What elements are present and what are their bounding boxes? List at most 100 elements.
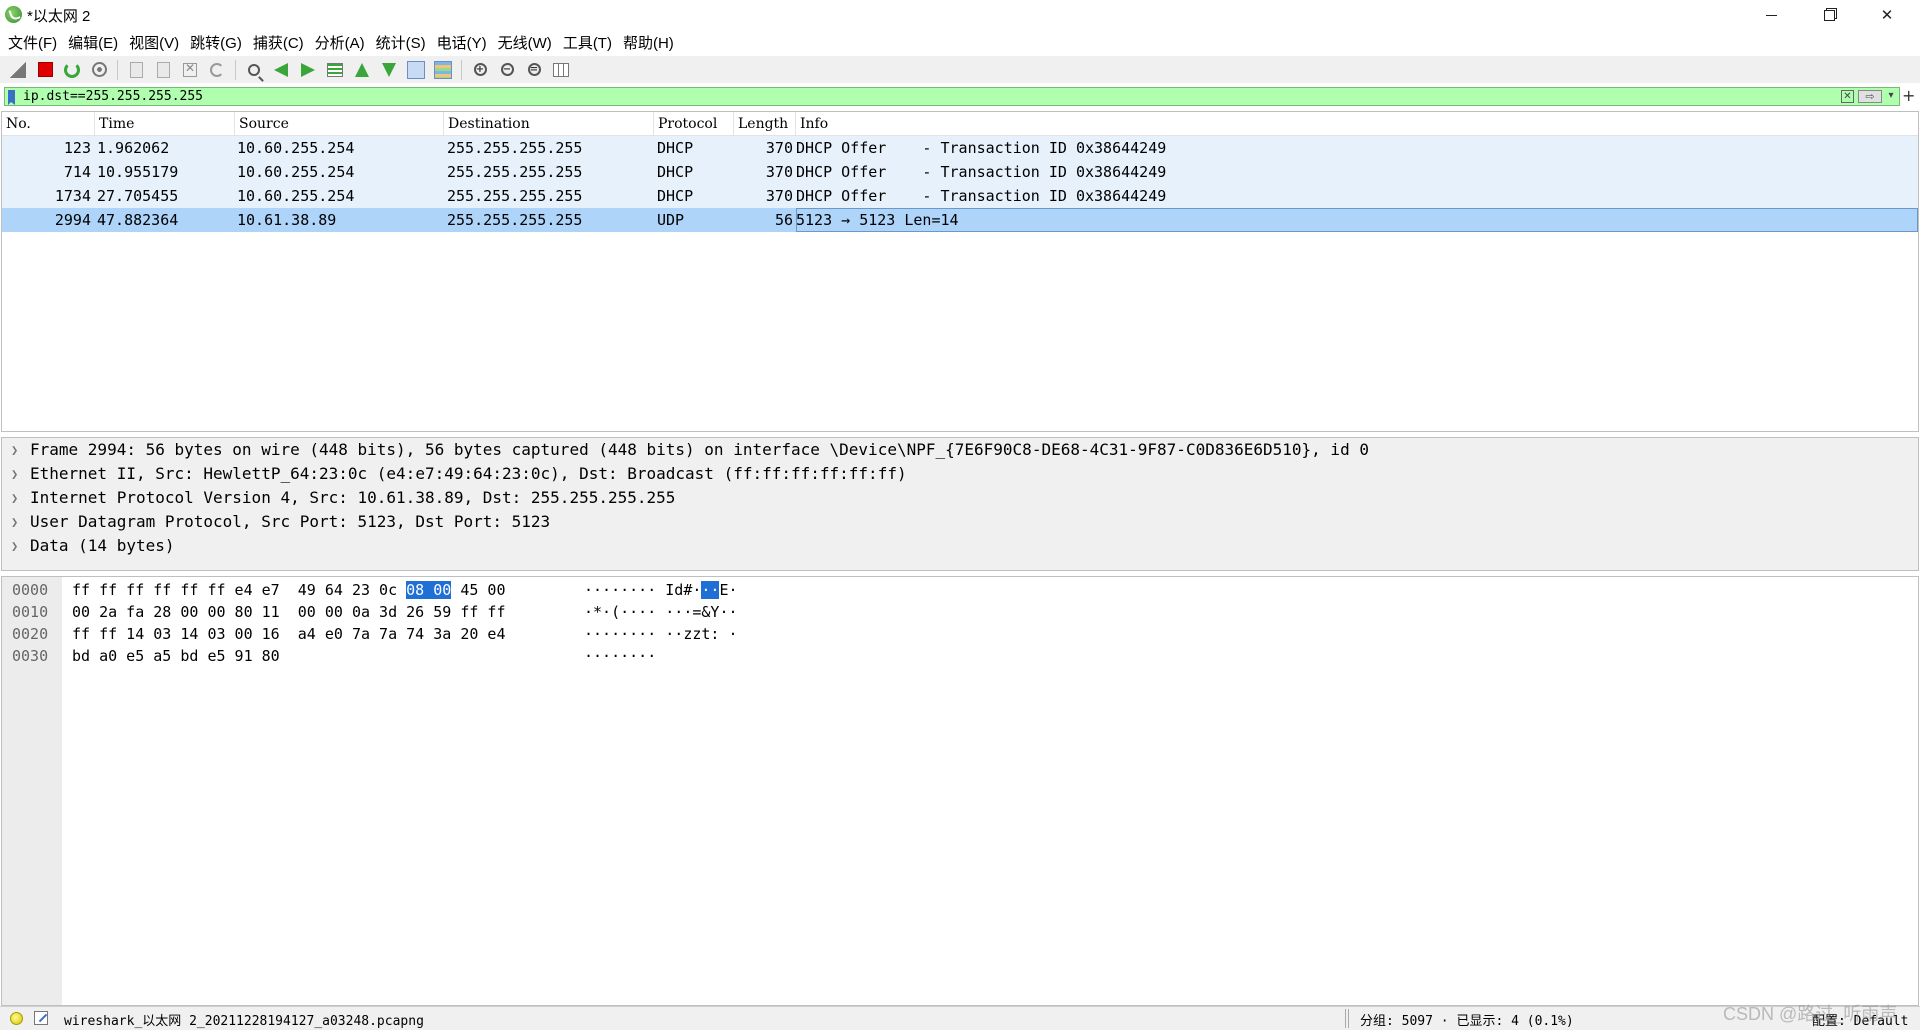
first-packet-icon[interactable] <box>350 59 374 81</box>
column-header-destination[interactable]: Destination <box>444 112 654 136</box>
colorize-icon[interactable] <box>431 59 455 81</box>
detail-tree-item-ipv4[interactable]: ❯ Internet Protocol Version 4, Src: 10.6… <box>2 486 1918 510</box>
packet-row-selected[interactable]: 2994 47.882364 10.61.38.89 255.255.255.2… <box>2 208 1918 232</box>
menu-telephony[interactable]: 电话(Y) <box>433 32 494 53</box>
menu-capture[interactable]: 捕获(C) <box>249 32 311 53</box>
column-header-protocol[interactable]: Protocol <box>654 112 734 136</box>
start-capture-icon[interactable] <box>6 59 30 81</box>
minimize-button[interactable] <box>1742 0 1800 30</box>
chevron-right-icon[interactable]: ❯ <box>11 486 18 510</box>
zoom-reset-icon[interactable]: = <box>522 59 546 81</box>
packet-info: DHCP Offer - Transaction ID 0x38644249 <box>796 163 1167 181</box>
packet-destination: 255.255.255.255 <box>447 187 583 205</box>
last-packet-icon[interactable] <box>377 59 401 81</box>
packet-row[interactable]: 123 1.962062 10.60.255.254 255.255.255.2… <box>2 136 1918 160</box>
packet-info: DHCP Offer - Transaction ID 0x38644249 <box>796 187 1167 205</box>
open-file-icon[interactable] <box>124 59 148 81</box>
detail-tree-label: Internet Protocol Version 4, Src: 10.61.… <box>30 488 676 507</box>
packet-source: 10.60.255.254 <box>237 163 355 181</box>
hex-bytes[interactable]: bd a0 e5 a5 bd e5 91 80 <box>72 645 280 667</box>
wireshark-logo-icon <box>5 6 22 23</box>
display-filter-box: ✕ ⇨ ▾ <box>4 87 1900 106</box>
menu-view[interactable]: 视图(V) <box>125 32 186 53</box>
column-header-no[interactable]: No. <box>2 112 95 136</box>
detail-tree-item-ethernet[interactable]: ❯ Ethernet II, Src: HewlettP_64:23:0c (e… <box>2 462 1918 486</box>
menu-analyze[interactable]: 分析(A) <box>311 32 372 53</box>
expert-info-icon[interactable] <box>10 1012 23 1025</box>
menu-help[interactable]: 帮助(H) <box>619 32 681 53</box>
packet-source: 10.60.255.254 <box>237 139 355 157</box>
chevron-right-icon[interactable]: ❯ <box>11 462 18 486</box>
menu-tools[interactable]: 工具(T) <box>559 32 619 53</box>
reload-file-icon[interactable] <box>205 59 229 81</box>
hex-bytes[interactable]: ff ff 14 03 14 03 00 16 a4 e0 7a 7a 74 3… <box>72 623 505 645</box>
packet-bytes-pane[interactable]: 0000 ff ff ff ff ff ff e4 e7 49 64 23 0c… <box>1 576 1919 1006</box>
hex-bytes-highlight[interactable]: 08 00 <box>406 581 452 599</box>
resize-columns-icon[interactable] <box>549 59 573 81</box>
go-to-packet-icon[interactable] <box>323 59 347 81</box>
detail-tree-item-data[interactable]: ❯ Data (14 bytes) <box>2 534 1918 558</box>
hex-ascii-highlight[interactable]: ·· <box>701 581 720 599</box>
column-header-info[interactable]: Info <box>796 112 1918 136</box>
hex-bytes[interactable]: 00 2a fa 28 00 00 80 11 00 00 0a 3d 26 5… <box>72 601 505 623</box>
capture-file-name: wireshark_以太网 2_20211228194127_a03248.pc… <box>64 1014 424 1029</box>
menu-statistics[interactable]: 统计(S) <box>372 32 433 53</box>
go-back-icon[interactable] <box>269 59 293 81</box>
detail-tree-label: Frame 2994: 56 bytes on wire (448 bits),… <box>30 440 1369 459</box>
capture-comment-icon[interactable] <box>34 1011 48 1025</box>
menu-wireless[interactable]: 无线(W) <box>494 32 559 53</box>
hex-ascii[interactable]: ·*·(···· ···=&Y·· <box>584 601 738 623</box>
add-filter-button-icon[interactable]: + <box>1902 86 1915 105</box>
detail-tree-label: Data (14 bytes) <box>30 536 175 555</box>
toolbar-separator <box>461 59 462 80</box>
menu-file[interactable]: 文件(F) <box>4 32 64 53</box>
hex-offset: 0010 <box>12 603 49 621</box>
chevron-down-icon[interactable]: ▾ <box>1885 90 1897 103</box>
restart-capture-icon[interactable] <box>60 59 84 81</box>
go-forward-icon[interactable] <box>296 59 320 81</box>
menu-go[interactable]: 跳转(G) <box>186 32 249 53</box>
capture-options-icon[interactable] <box>87 59 111 81</box>
watermark: CSDN @路过_听雨声 <box>1723 1004 1898 1024</box>
apply-filter-icon[interactable]: ⇨ <box>1858 90 1882 103</box>
hex-ascii[interactable]: ········ ··zzt: · <box>584 623 738 645</box>
detail-tree-item-udp[interactable]: ❯ User Datagram Protocol, Src Port: 5123… <box>2 510 1918 534</box>
hex-bytes[interactable]: ff ff ff ff ff ff e4 e7 49 64 23 0c 08 0… <box>72 579 505 601</box>
display-filter-input[interactable] <box>23 88 1823 105</box>
packet-info: 5123 → 5123 Len=14 <box>796 208 1918 232</box>
auto-scroll-icon[interactable] <box>404 59 428 81</box>
zoom-in-icon[interactable]: + <box>468 59 492 81</box>
bookmark-icon[interactable] <box>8 90 15 105</box>
menu-edit[interactable]: 编辑(E) <box>64 32 125 53</box>
chevron-right-icon[interactable]: ❯ <box>11 510 18 534</box>
packet-row[interactable]: 714 10.955179 10.60.255.254 255.255.255.… <box>2 160 1918 184</box>
packet-length: 370 <box>765 139 793 157</box>
packet-time: 1.962062 <box>97 139 170 157</box>
packet-source: 10.60.255.254 <box>237 187 355 205</box>
clear-filter-icon[interactable]: ✕ <box>1841 90 1854 103</box>
detail-tree-item-frame[interactable]: ❯ Frame 2994: 56 bytes on wire (448 bits… <box>2 438 1918 462</box>
close-button[interactable] <box>1858 0 1916 30</box>
packet-source: 10.61.38.89 <box>237 211 337 229</box>
stop-capture-icon[interactable] <box>33 59 57 81</box>
packet-length: 370 <box>765 187 793 205</box>
column-header-time[interactable]: Time <box>95 112 235 136</box>
packet-list[interactable]: No. Time Source Destination Protocol Len… <box>1 111 1919 432</box>
zoom-out-icon[interactable]: − <box>495 59 519 81</box>
find-packet-icon[interactable] <box>242 59 266 81</box>
column-header-length[interactable]: Length <box>734 112 796 136</box>
hex-ascii[interactable]: ········ Id#···E· <box>584 579 738 601</box>
column-header-source[interactable]: Source <box>235 112 444 136</box>
close-file-icon[interactable] <box>178 59 202 81</box>
chevron-right-icon[interactable]: ❯ <box>11 438 18 462</box>
hex-ascii[interactable]: ········ <box>584 645 656 667</box>
restore-button[interactable] <box>1800 0 1858 30</box>
packet-info: DHCP Offer - Transaction ID 0x38644249 <box>796 139 1167 157</box>
save-file-icon[interactable] <box>151 59 175 81</box>
chevron-right-icon[interactable]: ❯ <box>11 534 18 558</box>
packet-details-pane[interactable]: ❯ Frame 2994: 56 bytes on wire (448 bits… <box>1 437 1919 571</box>
packet-protocol: DHCP <box>657 187 694 205</box>
packet-row[interactable]: 1734 27.705455 10.60.255.254 255.255.255… <box>2 184 1918 208</box>
packet-count: 分组: 5097 · 已显示: 4 (0.1%) <box>1360 1014 1574 1029</box>
hex-row: 0030 bd a0 e5 a5 bd e5 91 80 ········ <box>2 645 1918 667</box>
